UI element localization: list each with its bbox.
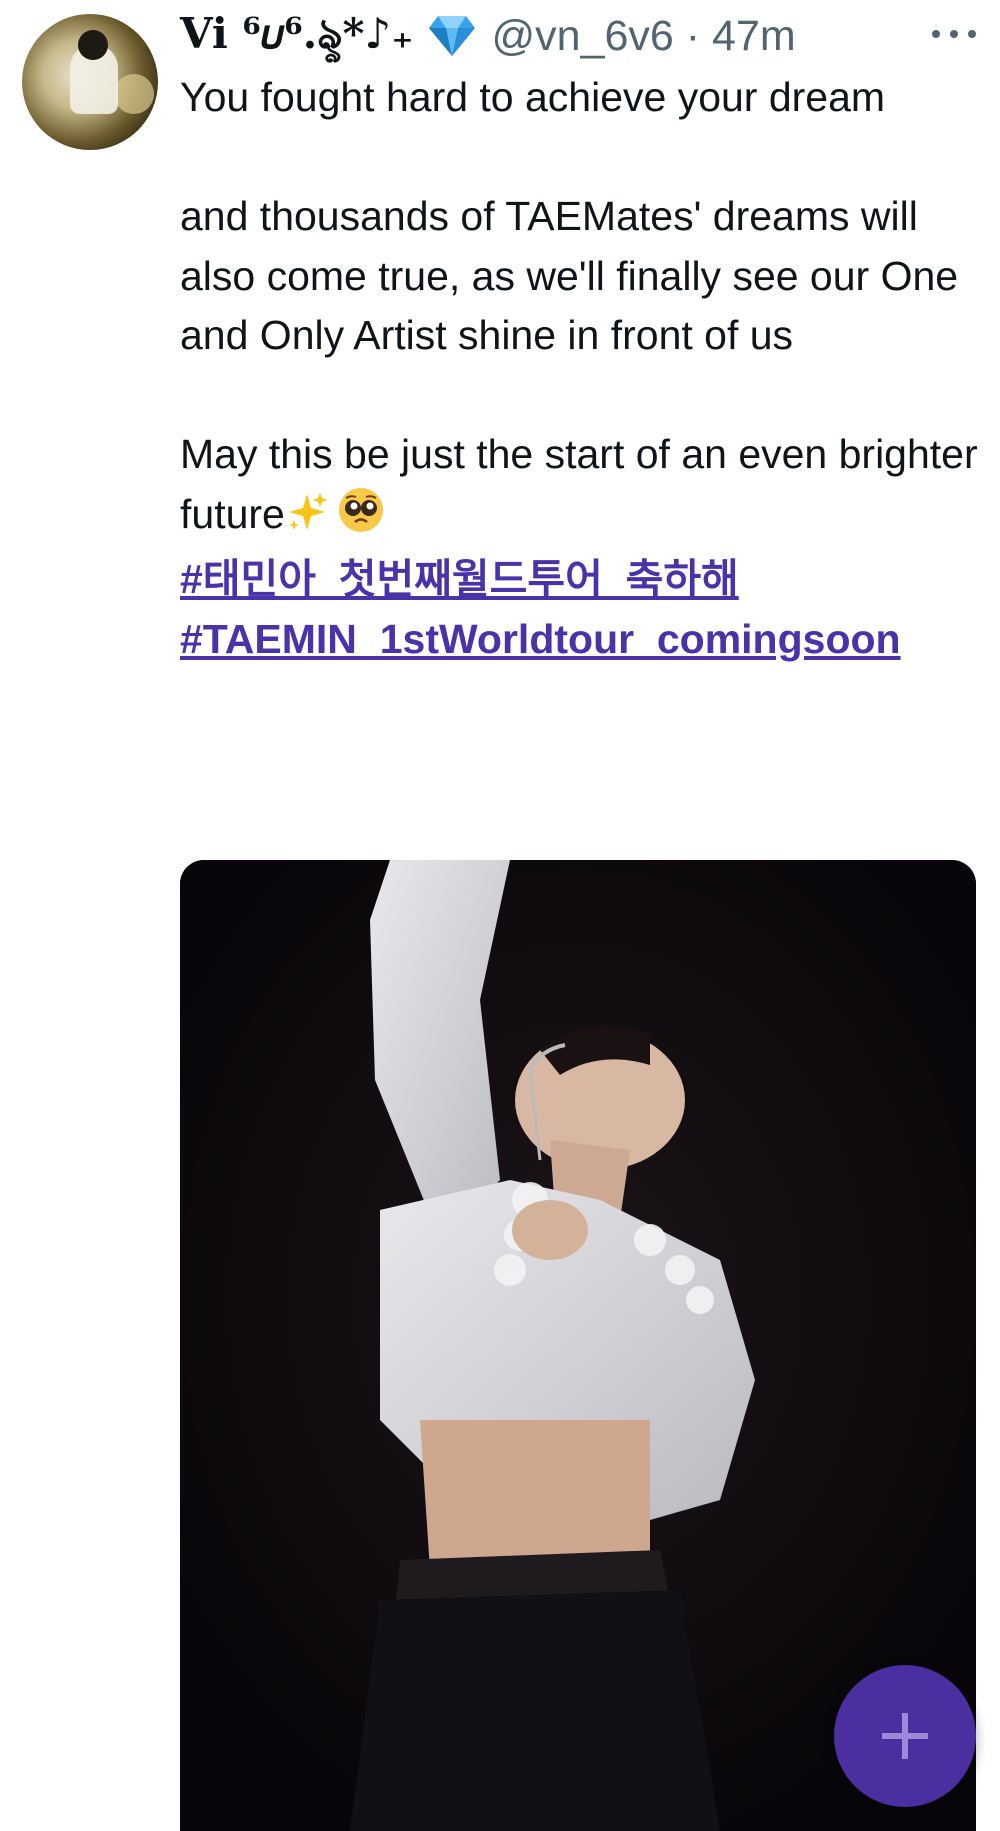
tweet-paragraph-3: May this be just the start of an even br… (180, 425, 980, 550)
avatar-head (78, 30, 108, 60)
gem-icon (428, 14, 476, 58)
timestamp[interactable]: 47m (712, 12, 796, 60)
more-options-icon (932, 30, 940, 38)
tweet-header: Vi ⁶𝜐⁶.ৡ*♪₊ @vn_6v6 · 47m (180, 6, 796, 66)
handle-meta: @vn_6v6 · 47m (492, 12, 796, 61)
meta-separator: · (685, 11, 701, 60)
avatar[interactable] (22, 14, 158, 150)
plus-icon (882, 1713, 928, 1759)
hashtag-link-1[interactable]: #태민아_첫번째월드투어_축하해 (180, 550, 980, 610)
handle[interactable]: @vn_6v6 (492, 12, 674, 60)
tweet[interactable]: Vi ⁶𝜐⁶.ৡ*♪₊ @vn_6v6 · 47m You fought har… (0, 0, 1000, 1831)
more-options-button[interactable] (932, 16, 976, 52)
tweet-body: You fought hard to achieve your dream an… (180, 68, 980, 669)
sparkles-icon (285, 490, 329, 551)
tweet-paragraph-2: and thousands of TAEMates' dreams will a… (180, 193, 959, 358)
avatar-highlight (114, 74, 154, 114)
compose-fab-button[interactable] (834, 1665, 976, 1807)
hashtag-link-2[interactable]: #TAEMIN_1stWorldtour_comingsoon (180, 610, 980, 670)
pleading-face-icon (337, 486, 385, 551)
tweet-paragraph-1: You fought hard to achieve your dream (180, 74, 886, 120)
display-name[interactable]: Vi ⁶𝜐⁶.ৡ*♪₊ (180, 1, 414, 72)
